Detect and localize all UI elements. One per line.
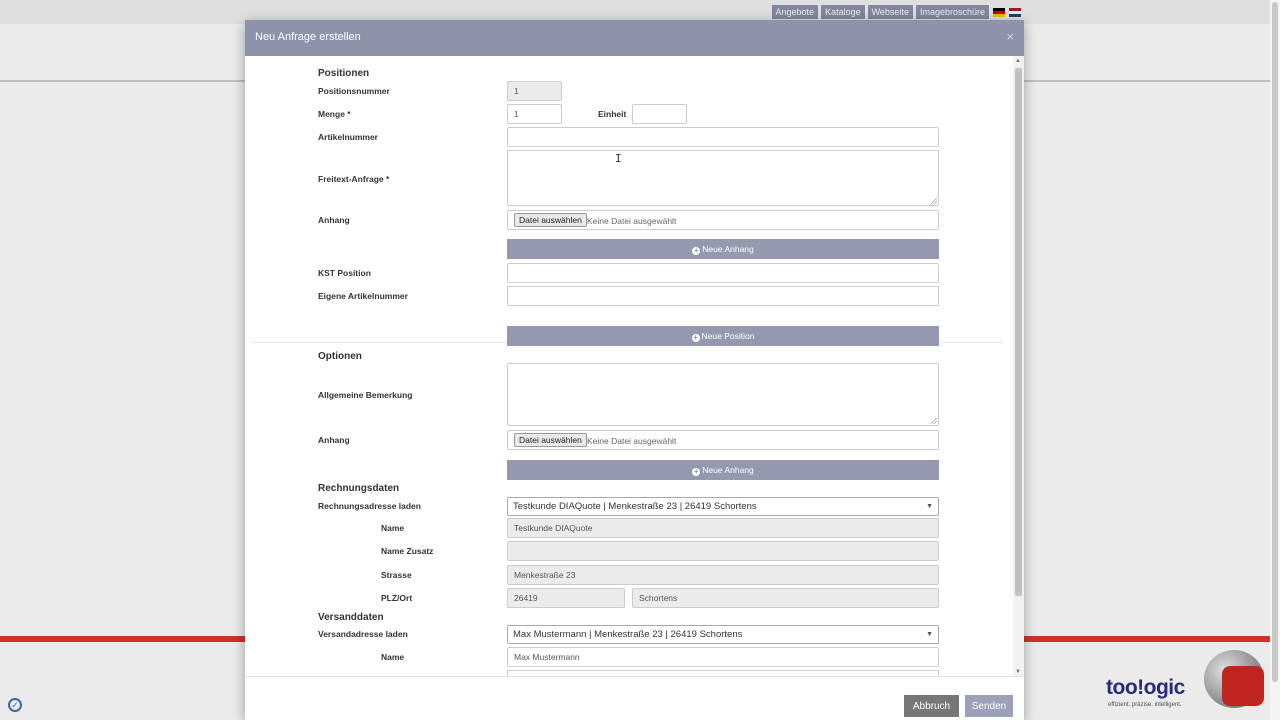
modal-body: Positionen Positionsnummer 1 Menge * 1 E…: [245, 56, 1015, 676]
menge-label: Menge *: [318, 109, 351, 119]
rechnung-plz-field: 26419: [507, 588, 625, 608]
neue-anhang-label: Neue Anhang: [702, 465, 754, 475]
einheit-field[interactable]: [632, 104, 687, 124]
file-status: Keine Datei ausgewählt: [587, 436, 677, 446]
plus-circle-icon: +: [691, 333, 700, 342]
choose-file-button[interactable]: Datei auswählen: [514, 433, 587, 447]
section-versanddaten: Versanddaten: [318, 612, 384, 623]
rechnung-plzort-label: PLZ/Ort: [381, 593, 413, 603]
page-scrollbar[interactable]: [1270, 0, 1280, 720]
positionsnummer-field: 1: [507, 81, 562, 101]
plus-circle-icon: +: [692, 467, 701, 476]
chevron-down-icon: ▼: [926, 631, 933, 638]
text-cursor-icon: I: [615, 152, 622, 165]
rechnung-zusatz-field: [507, 541, 939, 561]
bemerkung-label: Allgemeine Bemerkung: [318, 390, 413, 400]
neue-position-label: Neue Position: [701, 331, 755, 341]
rechnungsadresse-selected: Testkunde DIAQuote | Menkestraße 23 | 26…: [513, 501, 757, 512]
optionen-neue-anhang-button[interactable]: + Neue Anhang: [507, 460, 939, 480]
rechnungsadresse-select[interactable]: Testkunde DIAQuote | Menkestraße 23 | 26…: [507, 497, 939, 516]
neue-position-button[interactable]: + Neue Position: [507, 326, 939, 346]
versandadresse-laden-label: Versandadresse laden: [318, 629, 408, 639]
bemerkung-textarea[interactable]: [507, 363, 939, 426]
eigene-artikelnummer-label: Eigene Artikelnummer: [318, 291, 408, 301]
cancel-button[interactable]: Abbruch: [904, 695, 959, 717]
scroll-down-icon[interactable]: ▼: [1015, 669, 1021, 675]
file-status: Keine Datei ausgewählt: [587, 216, 677, 226]
rechnung-ort-field: Schortens: [632, 588, 939, 608]
freitext-textarea[interactable]: [507, 150, 939, 206]
versandadresse-selected: Max Mustermann | Menkestraße 23 | 26419 …: [513, 629, 743, 640]
scrollbar-thumb[interactable]: [1015, 68, 1022, 596]
modal-header: Neu Anfrage erstellen ×: [245, 20, 1024, 56]
rechnungsadresse-laden-label: Rechnungsadresse laden: [318, 501, 421, 511]
versand-name-label: Name: [381, 652, 405, 662]
choose-file-button[interactable]: Datei auswählen: [514, 213, 587, 227]
rechnung-name-field: Testkunde DIAQuote: [507, 518, 939, 538]
chevron-down-icon: ▼: [926, 503, 933, 510]
optionen-anhang-label: Anhang: [318, 435, 350, 445]
kst-position-field[interactable]: [507, 263, 939, 283]
create-request-modal: Neu Anfrage erstellen × Positionen Posit…: [245, 20, 1024, 720]
rechnung-zusatz-label: Name Zusatz: [381, 546, 434, 556]
positionsnummer-label: Positionsnummer: [318, 86, 390, 96]
close-icon[interactable]: ×: [1006, 29, 1014, 44]
neue-anhang-label: Neue Anhang: [702, 244, 754, 254]
menge-field[interactable]: 1: [507, 104, 562, 124]
freitext-label: Freitext-Anfrage *: [318, 174, 390, 184]
section-optionen: Optionen: [318, 351, 362, 362]
einheit-label: Einheit: [598, 109, 627, 119]
versand-name-field[interactable]: Max Mustermann: [507, 647, 939, 667]
rechnung-name-label: Name: [381, 523, 405, 533]
section-rechnungsdaten: Rechnungsdaten: [318, 483, 400, 494]
section-positionen: Positionen: [318, 68, 370, 79]
rechnung-strasse-field: Menkestraße 23: [507, 565, 939, 585]
kst-position-label: KST Position: [318, 268, 371, 278]
modal-footer: Abbruch Senden: [245, 676, 1024, 720]
neue-anhang-button[interactable]: + Neue Anhang: [507, 239, 939, 259]
artikelnummer-field[interactable]: [507, 127, 939, 147]
optionen-anhang-file-input[interactable]: Datei auswählen Keine Datei ausgewählt: [507, 430, 939, 450]
plus-circle-icon: +: [692, 246, 701, 255]
anhang-label: Anhang: [318, 215, 350, 225]
versandadresse-select[interactable]: Max Mustermann | Menkestraße 23 | 26419 …: [507, 625, 939, 644]
rechnung-strasse-label: Strasse: [381, 570, 412, 580]
anhang-file-input[interactable]: Datei auswählen Keine Datei ausgewählt: [507, 210, 939, 230]
modal-scrollbar[interactable]: ▲ ▼: [1013, 56, 1024, 676]
modal-title: Neu Anfrage erstellen: [255, 31, 361, 43]
scroll-up-icon[interactable]: ▲: [1015, 58, 1021, 64]
artikelnummer-label: Artikelnummer: [318, 132, 378, 142]
send-button[interactable]: Senden: [965, 695, 1013, 717]
eigene-artikelnummer-field[interactable]: [507, 286, 939, 306]
